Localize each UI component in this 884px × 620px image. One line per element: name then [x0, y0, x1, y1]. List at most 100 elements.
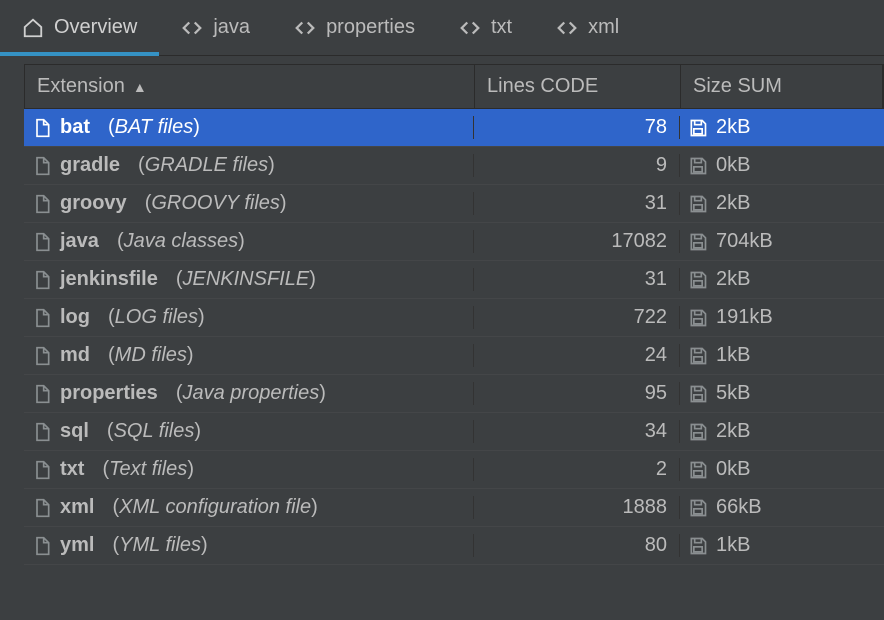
column-label: Extension	[37, 75, 125, 98]
tab-properties[interactable]: properties	[272, 0, 437, 55]
code-icon	[294, 17, 316, 39]
code-icon	[181, 17, 203, 39]
table-body: bat(BAT files) 78 2kB gradle (GRADLE files) 9…	[24, 109, 884, 565]
file-icon	[32, 156, 52, 176]
code-icon	[459, 17, 481, 39]
size-value: 5kB	[716, 382, 750, 405]
cell-extension: txt(Text files)	[24, 458, 474, 481]
cell-lines: 95	[474, 382, 680, 405]
file-icon	[32, 194, 52, 214]
disk-icon	[688, 346, 708, 366]
cell-size: 66kB	[680, 496, 884, 519]
file-icon	[32, 384, 52, 404]
table-row[interactable]: txt(Text files) 2 0kB	[24, 451, 884, 489]
cell-extension: sql(SQL files)	[24, 420, 474, 443]
cell-extension: log(LOG files)	[24, 306, 474, 329]
table-row[interactable]: md(MD files) 24 1kB	[24, 337, 884, 375]
column-header-lines[interactable]: Lines CODE	[475, 65, 681, 108]
column-header-extension[interactable]: Extension ▲	[25, 65, 475, 108]
cell-extension: gradle (GRADLE files)	[24, 154, 474, 177]
disk-icon	[688, 270, 708, 290]
lines-value: 31	[645, 268, 667, 291]
cell-size: 191kB	[680, 306, 884, 329]
file-icon	[32, 536, 52, 556]
table-row[interactable]: gradle(GRADLE files)90kB	[24, 147, 884, 185]
file-icon	[32, 270, 52, 290]
lines-value: 24	[645, 344, 667, 367]
tab-label: xml	[588, 16, 619, 39]
cell-lines: 1888	[474, 496, 680, 519]
table-row[interactable]: xml(XML configuration file) 1888 66kB	[24, 489, 884, 527]
tab-java[interactable]: java	[159, 0, 272, 55]
tab-xml[interactable]: xml	[534, 0, 641, 55]
cell-size: 0kB	[680, 458, 884, 481]
cell-lines: 722	[474, 306, 680, 329]
tab-overview[interactable]: Overview	[0, 0, 159, 55]
cell-extension: bat(BAT files)	[24, 116, 474, 139]
cell-lines: 34	[474, 420, 680, 443]
size-value: 66kB	[716, 496, 762, 519]
extension-name: sql	[60, 420, 89, 443]
cell-size: 2kB	[680, 192, 884, 215]
extension-name: gradle	[60, 154, 120, 177]
file-icon	[32, 308, 52, 328]
table-row[interactable]: bat(BAT files) 78 2kB	[24, 109, 884, 147]
cell-extension: xml(XML configuration file)	[24, 496, 474, 519]
disk-icon	[688, 384, 708, 404]
cell-lines: 31	[474, 268, 680, 291]
extension-name: md	[60, 344, 90, 367]
table-row[interactable]: jenkinsfile(JENKINSFILE)312kB	[24, 261, 884, 299]
disk-icon	[688, 194, 708, 214]
size-value: 2kB	[716, 420, 750, 443]
content-area: Extension ▲ Lines CODE Size SUM bat(BAT …	[0, 56, 884, 565]
table-row[interactable]: properties(Java properties)955kB	[24, 375, 884, 413]
tab-txt[interactable]: txt	[437, 0, 534, 55]
cell-lines: 31	[474, 192, 680, 215]
disk-icon	[688, 232, 708, 252]
file-icon	[32, 118, 52, 138]
extension-name: xml	[60, 496, 94, 519]
disk-icon	[688, 536, 708, 556]
cell-size: 1kB	[680, 344, 884, 367]
table-row[interactable]: log(LOG files) 722 191kB	[24, 299, 884, 337]
disk-icon	[688, 498, 708, 518]
size-value: 191kB	[716, 306, 773, 329]
code-icon	[556, 17, 578, 39]
table-row[interactable]: groovy(GROOVY files)312kB	[24, 185, 884, 223]
extension-name: java	[60, 230, 99, 253]
tabs-bar: Overview java properties txt xml	[0, 0, 884, 56]
lines-value: 34	[645, 420, 667, 443]
cell-size: 5kB	[680, 382, 884, 405]
size-value: 2kB	[716, 268, 750, 291]
cell-lines: 17082	[474, 230, 680, 253]
cell-size: 2kB	[680, 116, 884, 139]
cell-lines: 80	[474, 534, 680, 557]
lines-value: 2	[656, 458, 667, 481]
tab-label: txt	[491, 16, 512, 39]
file-icon	[32, 232, 52, 252]
file-icon	[32, 346, 52, 366]
lines-value: 31	[645, 192, 667, 215]
cell-size: 704kB	[680, 230, 884, 253]
lines-value: 17082	[611, 230, 667, 253]
extension-desc: (GROOVY files)	[145, 192, 287, 215]
column-label: Size SUM	[693, 75, 782, 98]
lines-value: 1888	[623, 496, 668, 519]
table-row[interactable]: yml(YML files)801kB	[24, 527, 884, 565]
file-icon	[32, 460, 52, 480]
lines-value: 80	[645, 534, 667, 557]
disk-icon	[688, 460, 708, 480]
extension-name: jenkinsfile	[60, 268, 158, 291]
table-row[interactable]: sql(SQL files) 34 2kB	[24, 413, 884, 451]
cell-extension: md(MD files)	[24, 344, 474, 367]
table-row[interactable]: java(Java classes)17082704kB	[24, 223, 884, 261]
lines-value: 78	[645, 116, 667, 139]
column-header-size[interactable]: Size SUM	[681, 65, 883, 108]
extension-name: yml	[60, 534, 94, 557]
lines-value: 722	[634, 306, 667, 329]
size-value: 0kB	[716, 458, 750, 481]
cell-lines: 9	[474, 154, 680, 177]
tab-label: java	[213, 16, 250, 39]
extension-desc: (GRADLE files)	[138, 154, 275, 177]
tab-label: Overview	[54, 16, 137, 39]
